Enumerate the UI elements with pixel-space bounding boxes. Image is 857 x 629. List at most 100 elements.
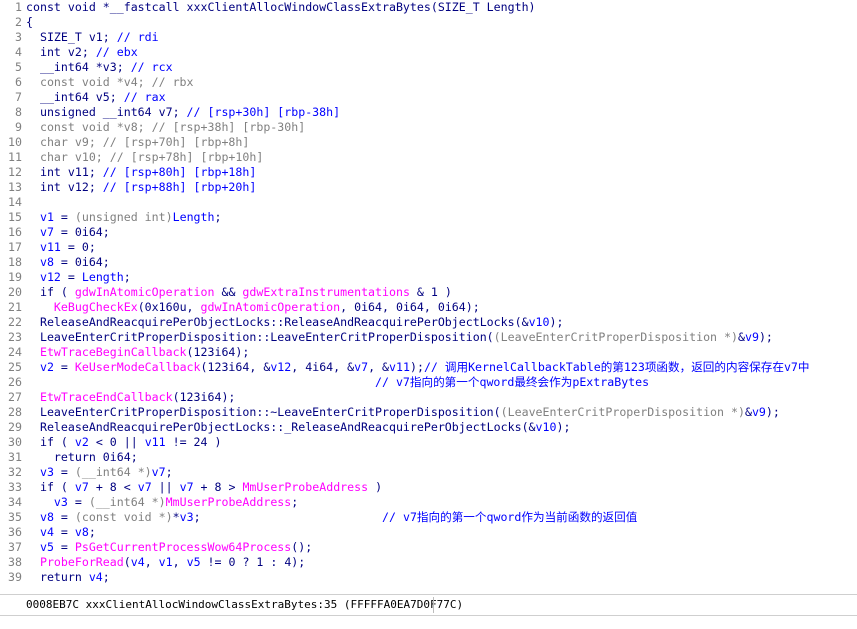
code-token: = 0i64; — [53, 225, 110, 239]
code-text: int v2; // ebx — [26, 45, 138, 59]
status-bar: 0008EB7C xxxClientAllocWindowClassExtraB… — [0, 594, 857, 616]
code-token: (const void *) — [74, 510, 173, 524]
code-token: , 4i64, & — [291, 360, 355, 374]
line-number: 13 — [8, 180, 22, 194]
code-line[interactable]: 18 v8 = 0i64; — [0, 255, 857, 270]
code-line[interactable]: 28 LeaveEnterCritProperDisposition::~Lea… — [0, 405, 857, 420]
code-text: KeBugCheckEx(0x160u, gdwInAtomicOperatio… — [26, 300, 480, 314]
code-line[interactable]: 3 SIZE_T v1; // rdi — [0, 30, 857, 45]
code-token: v10 — [535, 420, 557, 434]
code-token: KeBugCheckEx — [53, 300, 138, 314]
code-token: v5 — [186, 555, 201, 569]
code-token: ProbeForRead — [26, 555, 124, 569]
line-number: 36 — [8, 525, 22, 539]
code-line[interactable]: 25 v2 = KeUserModeCallback(123i64, &v12,… — [0, 360, 857, 375]
code-line[interactable]: 26 // v7指向的第一个qword最终会作为pExtraBytes — [0, 375, 857, 390]
code-token: (0x160u, — [137, 300, 201, 314]
code-line[interactable]: 16 v7 = 0i64; — [0, 225, 857, 240]
code-token: (123i64); — [186, 345, 250, 359]
code-line[interactable]: 31 return 0i64; — [0, 450, 857, 465]
code-token: , — [172, 555, 187, 569]
code-line[interactable]: 39 return v4; — [0, 570, 857, 585]
line-number: 23 — [8, 330, 22, 344]
line-number: 4 — [15, 45, 22, 59]
code-text: char v9; // [rsp+70h] [rbp+8h] — [26, 135, 249, 149]
code-token: v2 — [74, 435, 89, 449]
code-token: v8 — [26, 510, 54, 524]
code-line[interactable]: 35 v8 = (const void *)*v3; // v7指向的第一个qw… — [0, 510, 857, 525]
pseudocode-view[interactable]: 1 const void *__fastcall xxxClientAllocWi… — [0, 0, 857, 592]
code-line[interactable]: 10 char v9; // [rsp+70h] [rbp+8h] — [0, 135, 857, 150]
line-number: 12 — [8, 165, 22, 179]
code-token: ) — [368, 480, 383, 494]
code-token: v9 — [744, 330, 759, 344]
code-line[interactable]: 38 ProbeForRead(v4, v1, v5 != 0 ? 1 : 4)… — [0, 555, 857, 570]
code-line[interactable]: 21 KeBugCheckEx(0x160u, gdwInAtomicOpera… — [0, 300, 857, 315]
code-text: int v11; // [rsp+80h] [rbp+18h] — [26, 165, 256, 179]
code-line[interactable]: 1 const void *__fastcall xxxClientAllocWi… — [0, 0, 857, 15]
code-line[interactable]: 5 __int64 *v3; // rcx — [0, 60, 857, 75]
code-line[interactable]: 27 EtwTraceEndCallback(123i64); — [0, 390, 857, 405]
line-number: 25 — [8, 360, 22, 374]
code-token: ; — [102, 570, 110, 584]
code-token: // [rsp+30h] [rbp-38h] — [186, 105, 341, 119]
code-line[interactable]: 12 int v11; // [rsp+80h] [rbp+18h] — [0, 165, 857, 180]
code-line[interactable]: 34 v3 = (__int64 *)MmUserProbeAddress; — [0, 495, 857, 510]
code-text: if ( v7 + 8 < v7 || v7 + 8 > MmUserProbe… — [26, 480, 382, 494]
code-token: v8 — [74, 525, 89, 539]
code-token: gdwExtraInstrumentations — [242, 285, 410, 299]
code-token: ); — [765, 405, 780, 419]
code-line[interactable]: 6 const void *v4; // rbx — [0, 75, 857, 90]
code-token: KeUserModeCallback — [74, 360, 201, 374]
code-token: v7 — [179, 480, 194, 494]
line-number: 18 — [8, 255, 22, 269]
code-token: ; — [88, 525, 96, 539]
code-line[interactable]: 2{ — [0, 15, 857, 30]
code-text: v8 = (const void *)*v3; // v7指向的第一个qword… — [26, 510, 637, 524]
code-line[interactable]: 9 const void *v8; // [rsp+38h] [rbp-30h] — [0, 120, 857, 135]
code-line[interactable]: 23 LeaveEnterCritProperDisposition::Leav… — [0, 330, 857, 345]
line-number: 22 — [8, 315, 22, 329]
code-line[interactable]: 33 if ( v7 + 8 < v7 || v7 + 8 > MmUserPr… — [0, 480, 857, 495]
code-line[interactable]: 32 v3 = (__int64 *)v7; — [0, 465, 857, 480]
code-line[interactable]: 37 v5 = PsGetCurrentProcessWow64Process(… — [0, 540, 857, 555]
code-token: // ebx — [95, 45, 138, 59]
code-line[interactable]: 4 int v2; // ebx — [0, 45, 857, 60]
line-number: 17 — [8, 240, 22, 254]
line-number: 28 — [8, 405, 22, 419]
code-line[interactable]: 11 char v10; // [rsp+78h] [rbp+10h] — [0, 150, 857, 165]
code-token: // v7指向的第一个qword最终会作为pExtraBytes — [26, 375, 650, 389]
code-line[interactable]: 13 int v12; // [rsp+88h] [rbp+20h] — [0, 180, 857, 195]
code-token: int v12; — [26, 180, 103, 194]
code-token: if ( — [26, 480, 75, 494]
line-number: 26 — [8, 375, 22, 389]
code-line[interactable]: 15 v1 = (unsigned int)Length; — [0, 210, 857, 225]
code-line[interactable]: 36 v4 = v8; — [0, 525, 857, 540]
code-line[interactable]: 29 ReleaseAndReacquirePerObjectLocks::_R… — [0, 420, 857, 435]
code-token: ( — [123, 555, 131, 569]
code-token: gdwInAtomicOperation — [74, 285, 215, 299]
code-token: (unsigned int) — [74, 210, 173, 224]
code-line[interactable]: 24 EtwTraceBeginCallback(123i64); — [0, 345, 857, 360]
code-line[interactable]: 20 if ( gdwInAtomicOperation && gdwExtra… — [0, 285, 857, 300]
code-line[interactable]: 30 if ( v2 < 0 || v11 != 24 ) — [0, 435, 857, 450]
code-token: // rdi — [116, 30, 159, 44]
code-token: + 8 > — [193, 480, 243, 494]
code-token: SIZE_T v1; — [26, 30, 117, 44]
code-token: ); — [549, 315, 564, 329]
code-line[interactable]: 7 __int64 v5; // rax — [0, 90, 857, 105]
code-line[interactable]: 14 — [0, 195, 857, 210]
code-line[interactable]: 8 unsigned __int64 v7; // [rsp+30h] [rbp… — [0, 105, 857, 120]
code-token: if ( — [26, 435, 75, 449]
code-token: ); — [758, 330, 773, 344]
code-line[interactable]: 19 v12 = Length; — [0, 270, 857, 285]
code-token: && — [214, 285, 243, 299]
code-text: if ( v2 < 0 || v11 != 24 ) — [26, 435, 222, 449]
code-token: v1 — [158, 555, 173, 569]
code-token: LeaveEnterCritProperDisposition::LeaveEn… — [26, 330, 494, 344]
line-number: 35 — [8, 510, 22, 524]
code-text: EtwTraceEndCallback(123i64); — [26, 390, 235, 404]
code-token: (__int64 *) — [74, 465, 152, 479]
code-line[interactable]: 22 ReleaseAndReacquirePerObjectLocks::Re… — [0, 315, 857, 330]
code-line[interactable]: 17 v11 = 0; — [0, 240, 857, 255]
